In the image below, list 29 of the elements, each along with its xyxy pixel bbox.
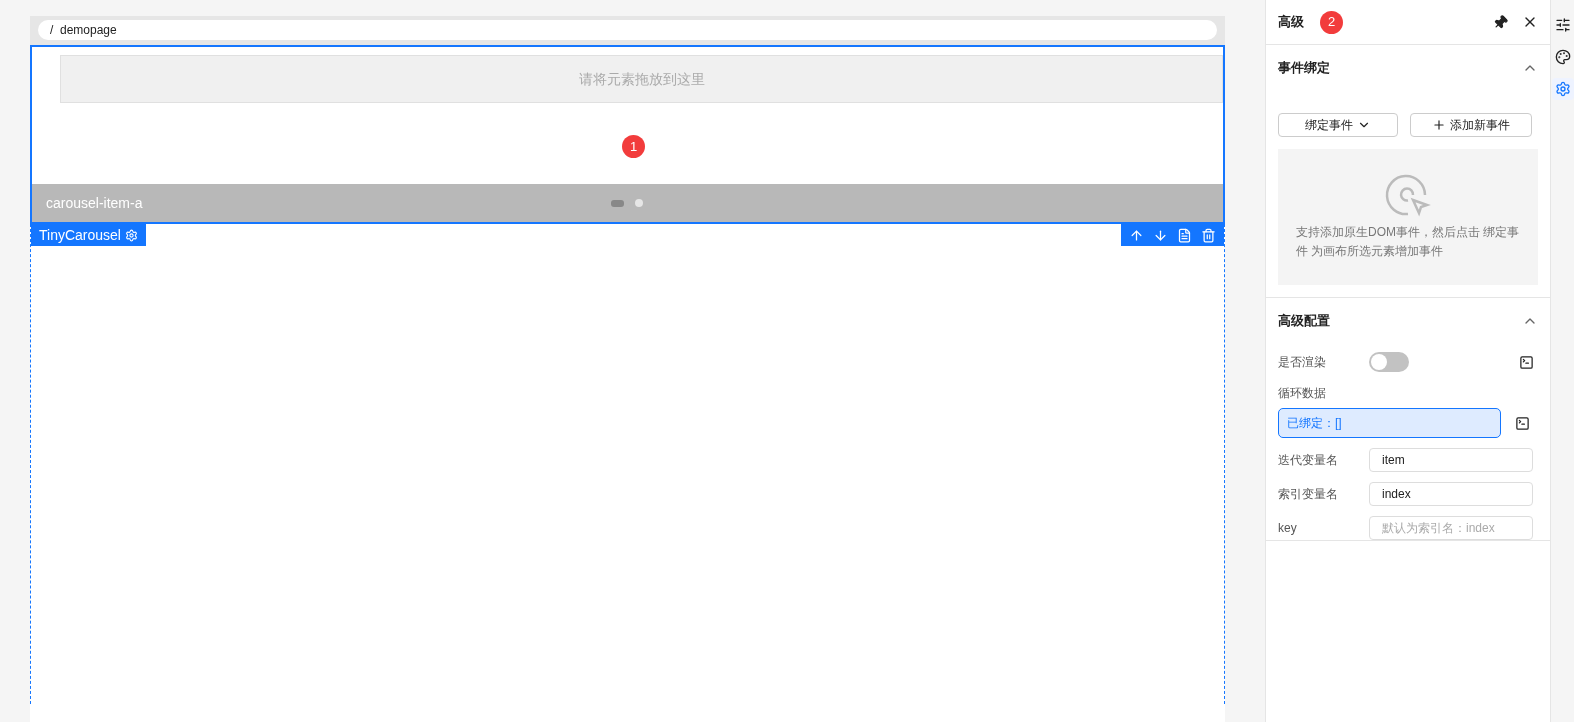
step-badge: 2 <box>1320 10 1343 34</box>
empty-state-text: 支持添加原生DOM事件，然后点击 绑定事件 为画布所选元素增加事件 <box>1296 224 1520 260</box>
terminal-icon[interactable] <box>1519 354 1534 370</box>
arrow-down-icon[interactable] <box>1153 227 1168 243</box>
toggle-switch[interactable] <box>1369 352 1409 372</box>
text-field[interactable]: 默认为索引名：index <box>1369 516 1533 540</box>
text-field[interactable]: item <box>1369 448 1533 472</box>
field-label: 是否渲染 <box>1278 354 1327 371</box>
field-label: 迭代变量名 <box>1278 452 1339 469</box>
trash-icon[interactable] <box>1201 227 1216 243</box>
section-title: 高级配置 <box>1278 312 1330 331</box>
component-label: TinyCarousel <box>31 224 146 246</box>
text-field[interactable]: index <box>1369 482 1533 506</box>
bind-event-button[interactable]: 绑定事件 <box>1278 113 1398 137</box>
add-event-button[interactable]: 添加新事件 <box>1410 113 1532 137</box>
terminal-icon[interactable] <box>1515 415 1530 431</box>
section-title: 事件绑定 <box>1278 59 1330 78</box>
settings-icon[interactable] <box>1551 78 1574 100</box>
panel-title: 高级 <box>1278 13 1304 32</box>
carousel-item-label: carousel-item-a <box>46 193 144 213</box>
settings-icon <box>124 228 138 242</box>
breadcrumb-bar: / demopage <box>38 20 1217 40</box>
drop-zone: 请将元素拖放到这里 <box>60 55 1223 103</box>
plus-icon <box>1432 118 1446 132</box>
field-label: 索引变量名 <box>1278 486 1339 503</box>
field-label: key <box>1278 520 1298 537</box>
field-label: 循环数据 <box>1278 385 1327 402</box>
bound-value-field[interactable]: 已绑定：[] <box>1278 408 1501 438</box>
step-badge: 1 <box>622 135 645 158</box>
